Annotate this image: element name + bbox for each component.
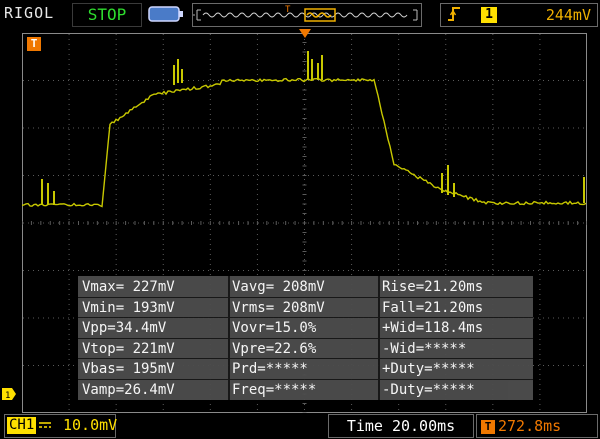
measurement-row-divider bbox=[78, 317, 533, 318]
trigger-source-badge: 1 bbox=[481, 7, 497, 23]
trigger-offset-value: 272.8ms bbox=[498, 417, 561, 435]
measurement-value: Freq=***** bbox=[232, 381, 378, 399]
measurement-row-divider bbox=[78, 358, 533, 359]
measurement-value: Vmax= 227mV bbox=[82, 278, 228, 296]
battery-icon bbox=[148, 5, 184, 23]
svg-text:T: T bbox=[285, 5, 291, 15]
measurement-value: Vamp=26.4mV bbox=[82, 381, 228, 399]
trigger-level: 244mV bbox=[546, 6, 591, 24]
dc-coupling-icon bbox=[39, 420, 51, 430]
waveform-overview-icon: T bbox=[193, 4, 421, 26]
measurement-value: Vrms= 208mV bbox=[232, 299, 378, 317]
measurement-value: Prd=***** bbox=[232, 360, 378, 378]
channel1-ground-marker-icon[interactable]: 1 bbox=[2, 388, 16, 400]
measurement-value: Rise=21.20ms bbox=[382, 278, 530, 296]
horizontal-timebase[interactable]: Time 20.00ms bbox=[328, 414, 474, 438]
measurement-value: -Wid=***** bbox=[382, 340, 530, 358]
measurement-value: Vmin= 193mV bbox=[82, 299, 228, 317]
measurement-row-divider bbox=[78, 379, 533, 380]
measurement-column-divider bbox=[228, 276, 230, 400]
measurement-value: Vbas= 195mV bbox=[82, 360, 228, 378]
run-stop-status[interactable]: STOP bbox=[72, 3, 142, 27]
trigger-offset[interactable]: T 272.8ms bbox=[476, 414, 598, 438]
channel-marker-label: 1 bbox=[5, 391, 10, 400]
measurement-value: Vovr=15.0% bbox=[232, 319, 378, 337]
trigger-settings[interactable]: 1 244mV bbox=[440, 3, 598, 27]
measurement-panel: Vmax= 227mV Vavg= 208mV Rise=21.20ms Vmin= … bbox=[78, 276, 533, 400]
trigger-level-marker[interactable]: T bbox=[27, 37, 41, 51]
measurement-value: Vavg= 208mV bbox=[232, 278, 378, 296]
measurement-value: +Wid=118.4ms bbox=[382, 319, 530, 337]
measurement-row-divider bbox=[78, 297, 533, 298]
trigger-offset-icon: T bbox=[481, 420, 495, 434]
vertical-scale: 10.0mV bbox=[63, 416, 117, 434]
measurement-value: Fall=21.20ms bbox=[382, 299, 530, 317]
measurement-value: Vtop= 221mV bbox=[82, 340, 228, 358]
measurement-value: Vpp=34.4mV bbox=[82, 319, 228, 337]
measurement-value: Vpre=22.6% bbox=[232, 340, 378, 358]
memory-depth-overview[interactable]: T bbox=[192, 3, 422, 27]
rising-edge-icon bbox=[447, 5, 463, 23]
measurement-value: +Duty=***** bbox=[382, 360, 530, 378]
measurement-column-divider bbox=[378, 276, 380, 400]
channel-name: CH1 bbox=[7, 417, 36, 434]
measurement-value: -Duty=***** bbox=[382, 381, 530, 399]
trigger-position-marker-icon[interactable] bbox=[298, 28, 312, 40]
brand-logo: RIGOL bbox=[4, 4, 54, 22]
channel1-settings[interactable]: CH1 10.0mV bbox=[4, 414, 116, 438]
measurement-row-divider bbox=[78, 338, 533, 339]
